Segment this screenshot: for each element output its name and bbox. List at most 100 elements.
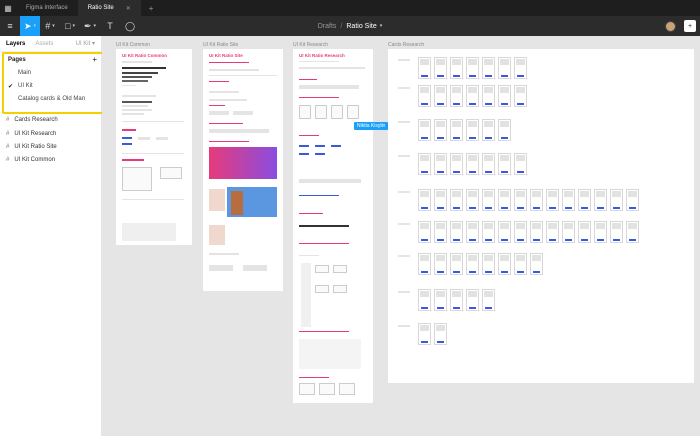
card-thumbnail bbox=[434, 119, 447, 141]
frame-label-ui-kit-common[interactable]: UI Kit Common bbox=[116, 42, 150, 48]
frame-label-ui-kit-research[interactable]: UI Kit Research bbox=[293, 42, 328, 48]
card-thumbnail bbox=[514, 85, 527, 107]
frame-tool-icon[interactable]: # ▾ bbox=[40, 16, 60, 36]
new-tab-plus-icon[interactable]: + bbox=[141, 4, 162, 13]
frame-ui-kit-research[interactable]: UI Kit Ratio Research bbox=[293, 49, 373, 403]
design-canvas[interactable]: UI Kit Common UI Kit Ratio Common UI Kit… bbox=[102, 36, 700, 436]
card-thumbnail bbox=[466, 153, 479, 175]
page-dropdown[interactable]: UI Kit ▾ bbox=[76, 40, 95, 47]
row-label bbox=[398, 121, 410, 123]
tab-ratio-site[interactable]: Ratio Site ✕ bbox=[77, 0, 141, 16]
frame-ui-kit-ratio-site[interactable]: UI Kit Ratio Site bbox=[203, 49, 283, 291]
close-tab-icon[interactable]: ✕ bbox=[126, 5, 131, 12]
card-thumbnail bbox=[466, 189, 479, 211]
layer-cards-research[interactable]: # Cards Research bbox=[6, 117, 58, 123]
avatar[interactable] bbox=[665, 20, 676, 32]
card-thumbnail bbox=[466, 221, 479, 243]
card-thumbnail bbox=[450, 221, 463, 243]
layers-sidebar: Layers Assets UI Kit ▾ Pages + Main ✔ UI… bbox=[0, 36, 108, 436]
card-thumbnail bbox=[450, 85, 463, 107]
card-thumbnail bbox=[578, 221, 591, 243]
card-thumbnail bbox=[514, 57, 527, 79]
card-thumbnail bbox=[434, 57, 447, 79]
pen-tool-icon[interactable]: ✒ ▾ bbox=[80, 16, 100, 36]
pages-header: Pages + bbox=[8, 55, 97, 64]
text-tool-icon[interactable]: T bbox=[100, 16, 120, 36]
card-thumbnail bbox=[498, 221, 511, 243]
card-thumbnail bbox=[530, 189, 543, 211]
move-tool-icon[interactable]: ➤ ▾ bbox=[20, 16, 40, 36]
card-thumbnail bbox=[450, 189, 463, 211]
card-thumbnail bbox=[594, 189, 607, 211]
card-thumbnail bbox=[482, 119, 495, 141]
frame-icon: # bbox=[6, 117, 10, 123]
card-thumbnail bbox=[434, 323, 447, 345]
frame-ui-kit-common[interactable]: UI Kit Ratio Common bbox=[116, 49, 192, 245]
layer-ui-kit-ratio-site[interactable]: # UI Kit Ratio Site bbox=[6, 144, 57, 150]
card-thumbnail bbox=[482, 85, 495, 107]
card-thumbnail bbox=[610, 221, 623, 243]
card-thumbnail bbox=[482, 57, 495, 79]
breadcrumb-separator: / bbox=[340, 22, 343, 30]
page-item-main[interactable]: Main bbox=[18, 70, 31, 76]
breadcrumb-project[interactable]: Drafts bbox=[318, 23, 337, 30]
row-label bbox=[398, 325, 410, 327]
main-menu-icon[interactable]: ≡ bbox=[0, 16, 20, 36]
page-dropdown-label: UI Kit bbox=[75, 41, 91, 47]
grid-menu-icon[interactable]: ▦ bbox=[0, 0, 16, 16]
card-thumbnail bbox=[626, 221, 639, 243]
add-page-icon[interactable]: + bbox=[92, 55, 97, 64]
card-thumbnail bbox=[466, 57, 479, 79]
card-thumbnail bbox=[482, 221, 495, 243]
layer-ui-kit-common[interactable]: # UI Kit Common bbox=[6, 157, 55, 163]
frame-icon: # bbox=[6, 157, 10, 163]
page-item-catalog[interactable]: Catalog cards & Old Man bbox=[18, 96, 85, 102]
card-thumbnail bbox=[434, 221, 447, 243]
comment-tool-icon[interactable]: ◯ bbox=[120, 16, 140, 36]
card-thumbnail bbox=[418, 323, 431, 345]
tab-figma-interface[interactable]: Figma Interface bbox=[16, 0, 78, 16]
layer-label: UI Kit Common bbox=[14, 157, 56, 163]
frame-label-cards-research[interactable]: Cards Research bbox=[388, 42, 424, 48]
row-label bbox=[398, 291, 410, 293]
frame-label-ui-kit-ratio-site[interactable]: UI Kit Ratio Site bbox=[203, 42, 238, 48]
card-thumbnail bbox=[450, 57, 463, 79]
card-thumbnail bbox=[466, 85, 479, 107]
card-thumbnail bbox=[610, 189, 623, 211]
file-name[interactable]: Ratio Site bbox=[346, 23, 376, 30]
share-icon[interactable]: + bbox=[684, 20, 696, 32]
card-thumbnail bbox=[546, 189, 559, 211]
card-thumbnail bbox=[466, 253, 479, 275]
frame-cards-research[interactable] bbox=[388, 49, 694, 383]
card-thumbnail bbox=[434, 253, 447, 275]
layer-label: UI Kit Ratio Site bbox=[14, 144, 57, 150]
card-thumbnail bbox=[514, 153, 527, 175]
card-thumbnail bbox=[434, 189, 447, 211]
shape-tool-icon[interactable]: □ ▾ bbox=[60, 16, 80, 36]
tab-bar: ▦ Figma Interface Ratio Site ✕ + bbox=[0, 0, 700, 16]
row-label bbox=[398, 59, 410, 61]
card-thumbnail bbox=[514, 189, 527, 211]
card-thumbnail bbox=[498, 253, 511, 275]
row-label bbox=[398, 223, 410, 225]
card-thumbnail bbox=[450, 253, 463, 275]
chevron-down-icon: ▾ bbox=[91, 41, 95, 47]
card-thumbnail bbox=[418, 85, 431, 107]
card-thumbnail bbox=[450, 289, 463, 311]
card-thumbnail bbox=[482, 153, 495, 175]
row-label bbox=[398, 255, 410, 257]
promo-banner bbox=[209, 147, 277, 179]
tab-assets[interactable]: Assets bbox=[35, 41, 53, 47]
card-thumbnail bbox=[482, 253, 495, 275]
frame-icon: # bbox=[6, 144, 10, 150]
card-thumbnail bbox=[594, 221, 607, 243]
card-thumbnail bbox=[434, 85, 447, 107]
chevron-down-icon[interactable]: ▾ bbox=[380, 23, 383, 29]
card-thumbnail bbox=[466, 289, 479, 311]
layer-ui-kit-research[interactable]: # UI Kit Research bbox=[6, 131, 56, 137]
page-item-ui-kit[interactable]: UI Kit bbox=[18, 83, 33, 89]
card-thumbnail bbox=[514, 221, 527, 243]
tab-layers[interactable]: Layers bbox=[6, 41, 25, 47]
card-thumbnail bbox=[482, 289, 495, 311]
card-thumbnail bbox=[450, 119, 463, 141]
